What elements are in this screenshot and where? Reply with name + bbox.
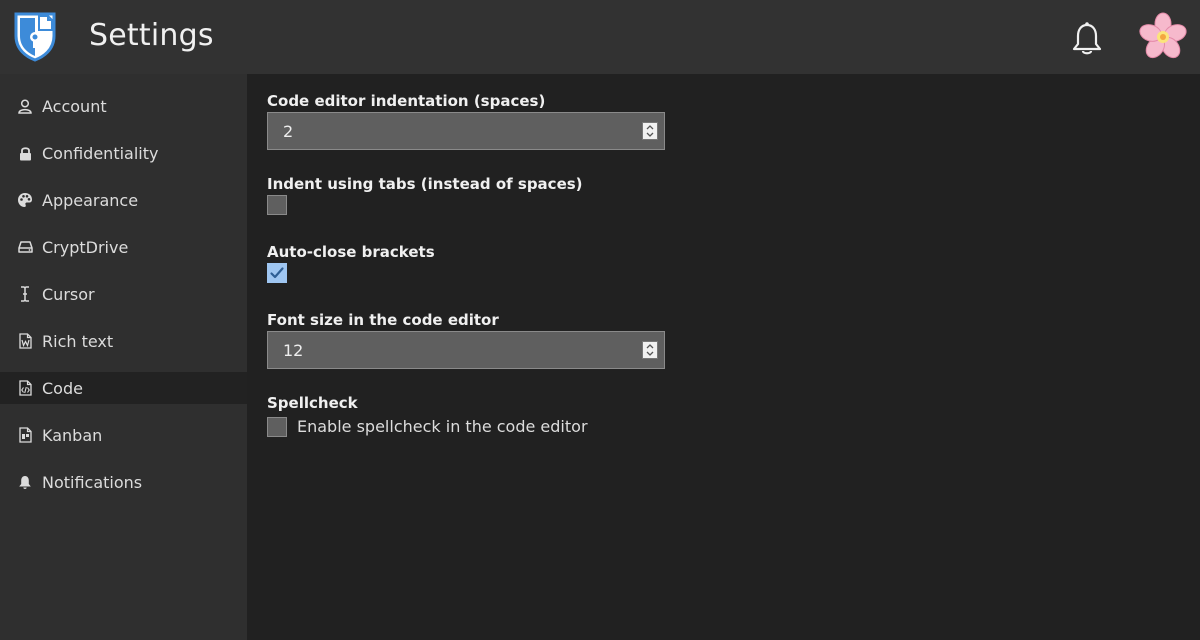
sidebar-item-label: CryptDrive — [42, 237, 129, 257]
sidebar-item-code[interactable]: Code — [0, 372, 247, 404]
sidebar-item-cryptdrive[interactable]: CryptDrive — [0, 231, 247, 263]
sidebar-item-notifications[interactable]: Notifications — [0, 466, 247, 498]
code-file-icon — [17, 380, 33, 396]
sidebar: Account Confidentiality Appearance Crypt… — [0, 74, 247, 640]
bell-icon — [17, 474, 33, 490]
page-title: Settings — [89, 18, 214, 53]
sidebar-item-cursor[interactable]: Cursor — [0, 278, 247, 310]
indent-tabs-label: Indent using tabs (instead of spaces) — [267, 175, 583, 193]
sidebar-item-appearance[interactable]: Appearance — [0, 184, 247, 216]
sidebar-item-label: Account — [42, 96, 107, 116]
spellcheck-label: Spellcheck — [267, 394, 358, 412]
sidebar-item-label: Notifications — [42, 472, 143, 492]
sidebar-item-confidentiality[interactable]: Confidentiality — [0, 137, 247, 169]
spinner-arrows-icon[interactable] — [642, 341, 658, 359]
sidebar-item-account[interactable]: Account — [0, 90, 247, 122]
spinner-arrows-icon[interactable] — [642, 122, 658, 140]
auto-close-brackets-label: Auto-close brackets — [267, 243, 435, 261]
sidebar-item-label: Kanban — [42, 425, 103, 445]
rich-text-file-icon — [17, 333, 33, 349]
sidebar-item-label: Confidentiality — [42, 143, 159, 163]
spellcheck-checkbox[interactable] — [267, 417, 287, 437]
drive-icon — [17, 239, 33, 255]
kanban-file-icon — [17, 427, 33, 443]
sidebar-item-label: Appearance — [42, 190, 139, 210]
sidebar-item-label: Cursor — [42, 284, 95, 304]
font-size-label: Font size in the code editor — [267, 311, 499, 329]
sidebar-item-kanban[interactable]: Kanban — [0, 419, 247, 451]
user-icon — [17, 98, 33, 114]
palette-icon — [17, 192, 33, 208]
indent-tabs-checkbox[interactable] — [267, 195, 287, 215]
sidebar-item-rich-text[interactable]: Rich text — [0, 325, 247, 357]
auto-close-brackets-checkbox[interactable] — [267, 263, 287, 283]
spellcheck-checkbox-label[interactable]: Enable spellcheck in the code editor — [297, 417, 588, 436]
sidebar-item-label: Code — [42, 378, 83, 398]
indentation-number-input[interactable]: 2 — [267, 112, 665, 150]
sidebar-item-label: Rich text — [42, 331, 114, 351]
cryptpad-logo-icon — [12, 10, 58, 62]
checkmark-icon — [270, 267, 284, 279]
lock-icon — [17, 145, 33, 161]
user-avatar[interactable] — [1138, 12, 1188, 62]
settings-content: Code editor indentation (spaces) 2 Inden… — [247, 74, 1200, 640]
font-size-value: 12 — [283, 341, 304, 360]
font-size-number-input[interactable]: 12 — [267, 331, 665, 369]
indentation-label: Code editor indentation (spaces) — [267, 92, 546, 110]
top-bar: Settings — [0, 0, 1200, 74]
notifications-bell-icon[interactable] — [1068, 20, 1106, 58]
indentation-value: 2 — [283, 122, 294, 141]
text-cursor-icon — [17, 286, 33, 302]
